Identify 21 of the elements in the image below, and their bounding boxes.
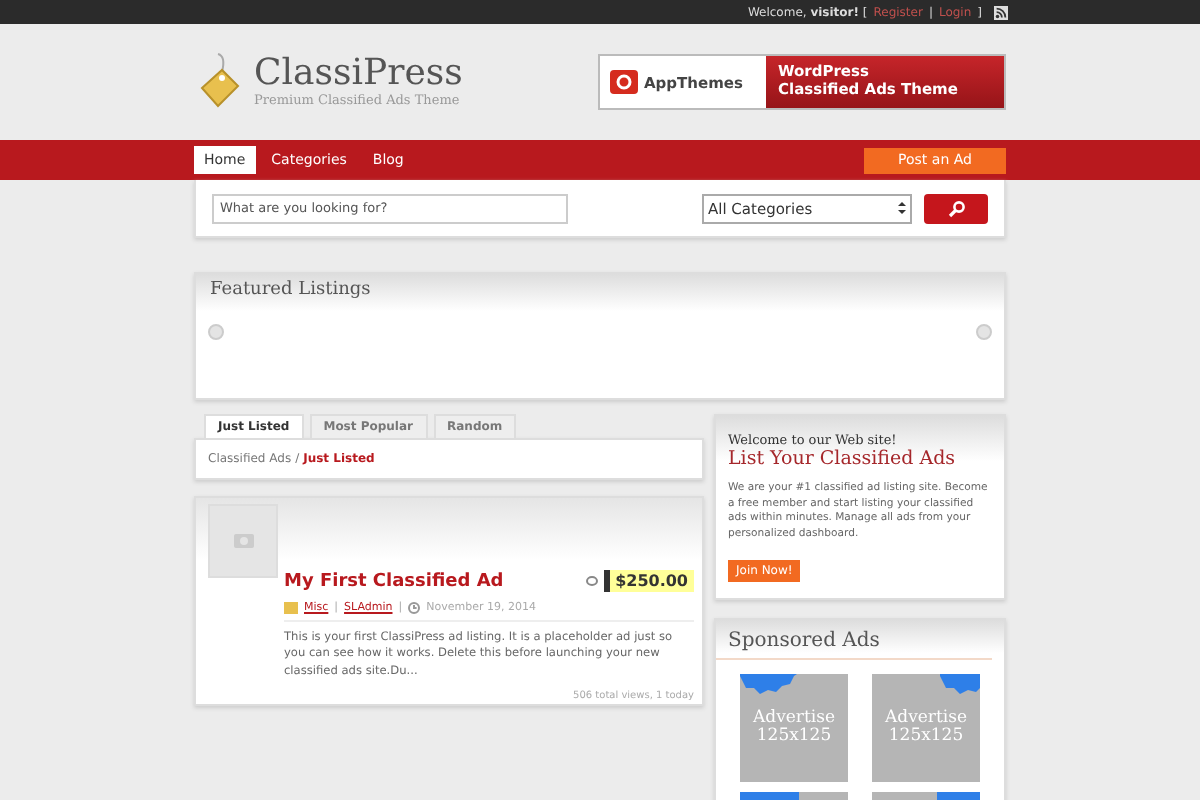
thumbnail[interactable] (208, 504, 278, 578)
sponsored-ad[interactable] (740, 791, 848, 800)
welcome-title: List Your Classified Ads (728, 448, 958, 470)
price-tag: $250.00 (603, 570, 694, 592)
folder-icon (284, 602, 298, 614)
ad-placeholder-text: 125x125 (888, 727, 964, 745)
ad-placeholder-text: 125x125 (756, 727, 832, 745)
search-icon (947, 199, 965, 217)
camera-icon (233, 534, 253, 548)
site-title[interactable]: ClassiPress (254, 56, 463, 92)
clock-icon (408, 602, 421, 614)
panel-title: Sponsored Ads (716, 619, 992, 660)
ad-placeholder-text: Advertise (884, 710, 967, 728)
search-button[interactable] (924, 193, 988, 223)
panel-title: Featured Listings (208, 278, 373, 304)
rss-icon[interactable] (994, 5, 1008, 19)
listing-title[interactable]: My First Classified Ad (284, 571, 504, 591)
ad-placeholder-text: Advertise (752, 710, 835, 728)
sponsored-ad[interactable] (872, 791, 980, 800)
logo-icon (610, 70, 638, 94)
dropdown-arrows-icon (898, 200, 906, 216)
